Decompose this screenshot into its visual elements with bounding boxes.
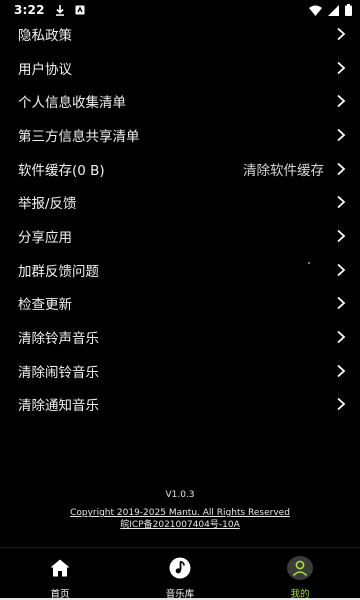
download-icon [55,4,65,16]
chevron-right-icon [336,94,346,108]
settings-item-clear-ringtone[interactable]: 清除铃声音乐 [0,320,360,354]
icp-link[interactable]: 皖ICP备2021007404号-10A [0,519,360,531]
notification-icon [75,5,85,15]
chevron-right-icon [336,229,346,243]
settings-item-label: 举报/反馈 [18,196,77,213]
stray-dot [308,262,310,264]
copyright-link[interactable]: Copyright 2019-2025 Mantu. All Rights Re… [0,507,360,519]
wifi-icon [309,5,322,16]
app-version: V1.0.3 [165,490,195,500]
chevron-right-icon [336,330,346,344]
settings-item-label: 清除闹铃音乐 [18,364,99,381]
home-icon [48,556,72,580]
settings-item-join-group[interactable]: 加群反馈问题 [0,253,360,287]
chevron-right-icon [336,263,346,277]
clear-cache-button[interactable]: 清除软件缓存 [243,159,324,179]
chevron-right-icon [336,296,346,310]
settings-item-label: 清除铃声音乐 [18,331,99,348]
settings-item-user-agreement[interactable]: 用户协议 [0,51,360,85]
nav-tab-music-library[interactable]: 音乐库 [120,548,240,600]
settings-item-label: 隐私政策 [18,27,72,44]
settings-item-clear-alarm[interactable]: 清除闹铃音乐 [0,354,360,388]
signal-icon [328,4,339,16]
settings-item-personal-info-list[interactable]: 个人信息收集清单 [0,84,360,118]
status-time: 3:22 [14,3,45,17]
settings-item-label: 清除通知音乐 [18,398,99,415]
settings-item-check-update[interactable]: 检查更新 [0,287,360,321]
settings-item-label: 检查更新 [18,297,72,314]
settings-item-third-party-sharing-list[interactable]: 第三方信息共享清单 [0,118,360,152]
settings-item-report-feedback[interactable]: 举报/反馈 [0,185,360,219]
profile-icon [287,556,313,580]
chevron-right-icon [336,128,346,142]
settings-item-label: 分享应用 [18,229,72,246]
battery-icon [345,4,352,16]
settings-item-label: 个人信息收集清单 [18,95,126,112]
settings-item-label: 用户协议 [18,61,72,78]
settings-item-cache[interactable]: 软件缓存(0 B) 清除软件缓存 [0,152,360,186]
chevron-right-icon [336,162,346,176]
chevron-right-icon [336,195,346,209]
footer-info: V1.0.3 Copyright 2019-2025 Mantu. All Ri… [0,489,360,531]
settings-item-label: 第三方信息共享清单 [18,128,140,145]
settings-item-privacy-policy[interactable]: 隐私政策 [0,17,360,51]
bottom-nav: 首页 音乐库 我的 [0,547,360,600]
nav-tab-home[interactable]: 首页 [0,548,120,600]
chevron-right-icon [336,397,346,411]
settings-item-label: 加群反馈问题 [18,263,99,280]
chevron-right-icon [336,27,346,41]
chevron-right-icon [336,61,346,75]
nav-tab-profile[interactable]: 我的 [240,548,360,600]
music-library-icon [168,556,192,580]
chevron-right-icon [336,364,346,378]
settings-item-share-app[interactable]: 分享应用 [0,219,360,253]
settings-list: 隐私政策 用户协议 个人信息收集清单 第三方信息共享清单 软件缓存(0 B) 清… [0,17,360,421]
settings-item-clear-notification[interactable]: 清除通知音乐 [0,388,360,422]
settings-item-label: 软件缓存(0 B) [18,162,105,179]
